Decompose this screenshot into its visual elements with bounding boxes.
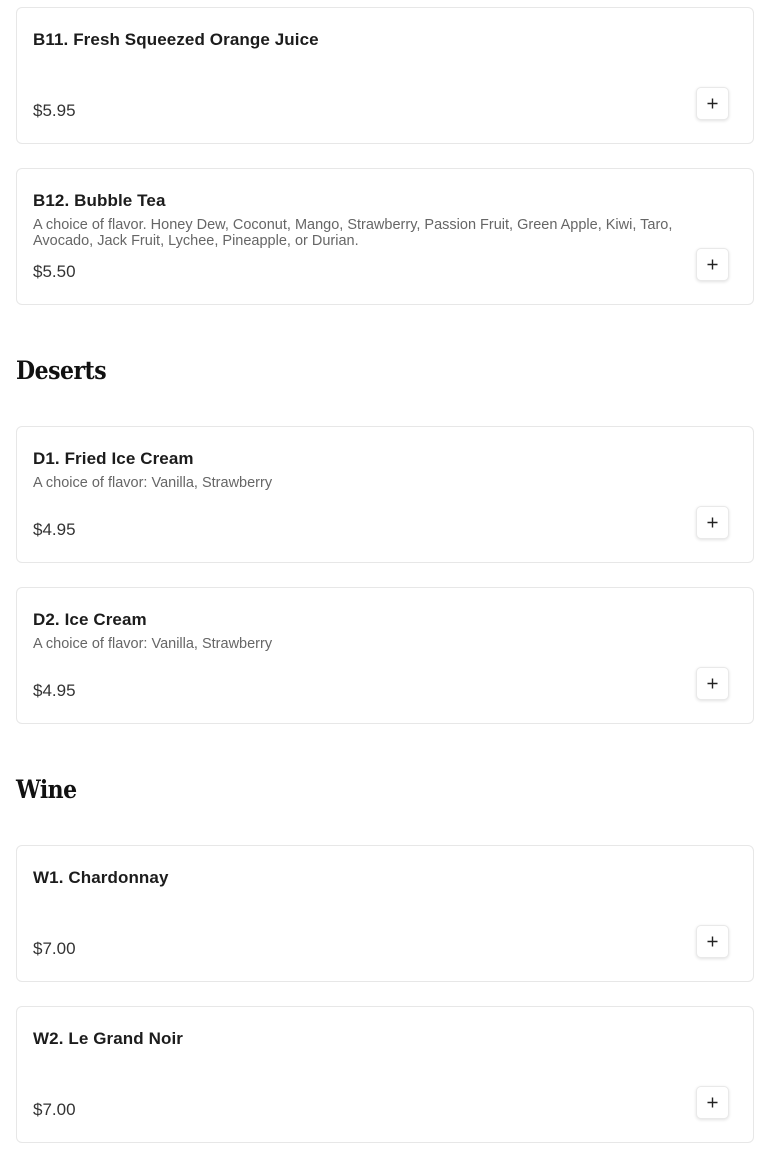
menu-item-card[interactable]: B11. Fresh Squeezed Orange Juice $5.95 <box>16 7 754 144</box>
add-to-cart-button[interactable] <box>696 925 729 958</box>
section-title-deserts: Deserts <box>16 356 107 386</box>
add-to-cart-button[interactable] <box>696 506 729 539</box>
menu-item-card[interactable]: D2. Ice Cream A choice of flavor: Vanill… <box>16 587 754 724</box>
menu-item-card[interactable]: W2. Le Grand Noir $7.00 <box>16 1006 754 1143</box>
item-price: $7.00 <box>33 1100 76 1119</box>
item-price: $4.95 <box>33 520 76 539</box>
menu-item-card[interactable]: D1. Fried Ice Cream A choice of flavor: … <box>16 426 754 563</box>
item-price: $4.95 <box>33 681 76 700</box>
item-description: A choice of flavor. Honey Dew, Coconut, … <box>33 217 673 249</box>
section-title-wine: Wine <box>16 775 77 805</box>
menu-item-card[interactable]: W1. Chardonnay $7.00 <box>16 845 754 982</box>
menu-list: B11. Fresh Squeezed Orange Juice $5.95 B… <box>16 7 754 1167</box>
item-price: $5.95 <box>33 101 76 120</box>
item-price: $5.50 <box>33 262 76 281</box>
plus-icon <box>707 678 718 689</box>
add-to-cart-button[interactable] <box>696 1086 729 1119</box>
item-name: W2. Le Grand Noir <box>33 1029 183 1048</box>
plus-icon <box>707 517 718 528</box>
item-name: W1. Chardonnay <box>33 868 169 887</box>
section-heading: Deserts <box>16 327 754 402</box>
add-to-cart-button[interactable] <box>696 87 729 120</box>
item-name: D1. Fried Ice Cream <box>33 449 194 468</box>
plus-icon <box>707 936 718 947</box>
item-price: $7.00 <box>33 939 76 958</box>
item-name: B11. Fresh Squeezed Orange Juice <box>33 30 319 49</box>
plus-icon <box>707 1097 718 1108</box>
add-to-cart-button[interactable] <box>696 667 729 700</box>
section-heading: Wine <box>16 746 754 821</box>
item-description: A choice of flavor: Vanilla, Strawberry <box>33 636 273 652</box>
plus-icon <box>707 98 718 109</box>
item-name: B12. Bubble Tea <box>33 191 166 210</box>
plus-icon <box>707 259 718 270</box>
menu-item-card[interactable]: B12. Bubble Tea A choice of flavor. Hone… <box>16 168 754 305</box>
add-to-cart-button[interactable] <box>696 248 729 281</box>
item-description: A choice of flavor: Vanilla, Strawberry <box>33 475 273 491</box>
item-name: D2. Ice Cream <box>33 610 147 629</box>
